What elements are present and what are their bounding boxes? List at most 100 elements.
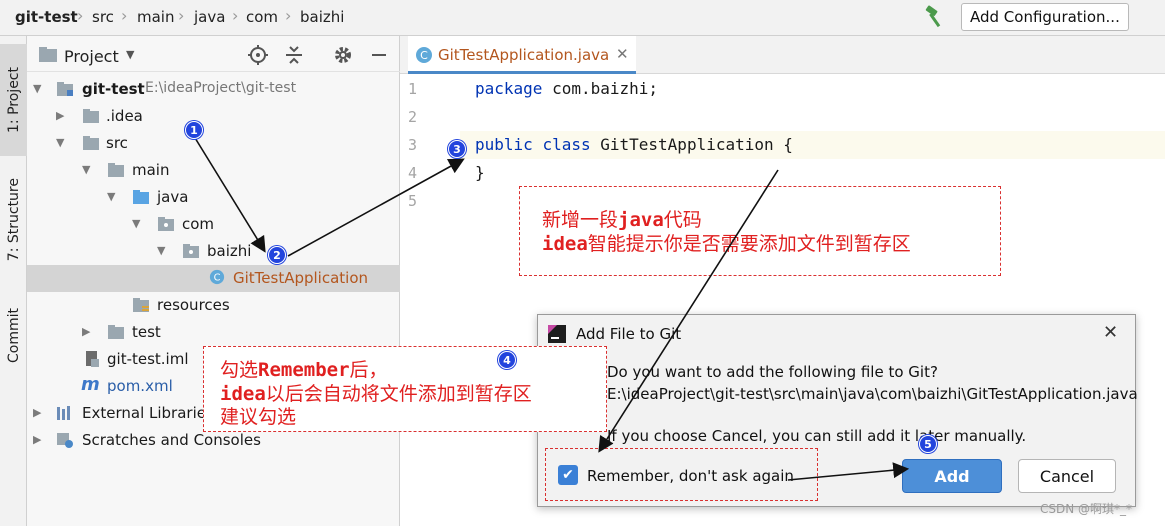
step-badge: 5 bbox=[919, 435, 937, 453]
tree-label: pom.xml bbox=[107, 377, 173, 395]
add-configuration-button[interactable]: Add Configuration... bbox=[961, 3, 1129, 31]
cancel-button[interactable]: Cancel bbox=[1018, 459, 1116, 493]
code-keyword: public bbox=[475, 135, 533, 154]
callout-text: idea bbox=[542, 233, 588, 255]
tree-item-test[interactable]: ▶ test bbox=[27, 319, 400, 346]
expand-arrow-icon[interactable]: ▼ bbox=[132, 217, 140, 230]
expand-arrow-icon[interactable]: ▼ bbox=[82, 163, 90, 176]
chevron-down-icon[interactable]: ▼ bbox=[126, 48, 134, 61]
tab-project-label: 1: Project bbox=[5, 67, 22, 133]
code-line-4[interactable]: } bbox=[475, 163, 485, 182]
collapsed-arrow-icon[interactable]: ▶ bbox=[33, 406, 41, 419]
collapse-all-icon[interactable] bbox=[283, 44, 305, 66]
breadcrumb-src[interactable]: src bbox=[92, 8, 114, 26]
tree-label: Scratches and Consoles bbox=[82, 431, 261, 449]
expand-arrow-icon[interactable]: ▼ bbox=[56, 136, 64, 149]
tree-item-gittestapplication[interactable]: C GitTestApplication bbox=[27, 265, 400, 292]
callout-line: idea智能提示你是否需要添加文件到暂存区 bbox=[542, 232, 911, 256]
tab-structure-label: 7: Structure bbox=[5, 178, 22, 262]
libraries-icon bbox=[57, 406, 70, 420]
project-panel-title[interactable]: Project bbox=[64, 47, 119, 66]
code-text: com.baizhi; bbox=[542, 79, 659, 98]
callout-text: 新增一段 bbox=[542, 209, 619, 231]
line-number: 2 bbox=[408, 108, 418, 126]
callout-text: 后， bbox=[349, 359, 388, 381]
breadcrumb-project[interactable]: git-test bbox=[15, 8, 78, 26]
breadcrumb-com[interactable]: com bbox=[246, 8, 278, 26]
folder-icon bbox=[83, 136, 99, 150]
tree-item-com[interactable]: ▼ com bbox=[27, 211, 400, 238]
callout-text: idea bbox=[220, 383, 266, 405]
module-folder-icon bbox=[57, 82, 73, 96]
close-icon[interactable]: ✕ bbox=[616, 45, 629, 63]
package-icon bbox=[183, 244, 199, 258]
tab-structure[interactable]: 7: Structure bbox=[0, 164, 27, 276]
callout-remember-hint: 勾选Remember后， idea以后会自动将文件添加到暂存区 建议勾选 bbox=[203, 346, 607, 432]
intellij-logo-icon bbox=[548, 325, 566, 343]
chevron-right-icon: › bbox=[121, 6, 128, 25]
callout-java-code-hint: 新增一段java代码 idea智能提示你是否需要添加文件到暂存区 bbox=[519, 186, 1001, 276]
tab-project[interactable]: 1: Project bbox=[0, 44, 27, 156]
dialog-hint: If you choose Cancel, you can still add … bbox=[607, 427, 1027, 445]
callout-line: 建议勾选 bbox=[220, 405, 296, 429]
maven-icon: m bbox=[81, 374, 100, 395]
tree-label: com bbox=[182, 215, 215, 233]
resources-folder-icon bbox=[133, 298, 149, 312]
tree-item-src[interactable]: ▼ src bbox=[27, 130, 400, 157]
code-keyword: class bbox=[542, 135, 591, 154]
tree-label: External Libraries bbox=[82, 404, 214, 422]
callout-line: 勾选Remember后， bbox=[220, 358, 388, 382]
java-class-icon: C bbox=[416, 47, 432, 63]
tree-item-idea[interactable]: ▶ .idea bbox=[27, 103, 400, 130]
tree-item-git-test[interactable]: ▼ git-test E:\ideaProject\git-test bbox=[27, 76, 400, 103]
callout-line: idea以后会自动将文件添加到暂存区 bbox=[220, 382, 532, 406]
collapsed-arrow-icon[interactable]: ▶ bbox=[56, 109, 64, 122]
close-icon[interactable]: ✕ bbox=[1103, 322, 1118, 343]
tab-commit-label: Commit bbox=[5, 307, 22, 363]
hide-panel-icon[interactable] bbox=[368, 44, 390, 66]
code-line-1[interactable]: package com.baizhi; bbox=[475, 79, 658, 98]
callout-text: java bbox=[618, 209, 664, 231]
breadcrumb-main[interactable]: main bbox=[137, 8, 174, 26]
folder-icon bbox=[83, 109, 99, 123]
scratches-icon bbox=[57, 433, 73, 448]
tree-label: src bbox=[106, 134, 128, 152]
tree-label: git-test.iml bbox=[107, 350, 189, 368]
tree-label: java bbox=[157, 188, 189, 206]
java-class-icon: C bbox=[209, 269, 225, 285]
line-number: 4 bbox=[408, 164, 418, 182]
tree-item-main[interactable]: ▼ main bbox=[27, 157, 400, 184]
tab-gittestapplication-java[interactable]: C GitTestApplication.java ✕ bbox=[408, 36, 636, 74]
callout-text: 以后会自动将文件添加到暂存区 bbox=[265, 383, 532, 405]
breadcrumb-baizhi[interactable]: baizhi bbox=[300, 8, 344, 26]
build-hammer-icon[interactable] bbox=[924, 5, 946, 29]
tree-path: E:\ideaProject\git-test bbox=[145, 80, 297, 96]
breadcrumb-java[interactable]: java bbox=[194, 8, 225, 26]
tree-item-baizhi[interactable]: ▼ baizhi bbox=[27, 238, 400, 265]
source-folder-icon bbox=[133, 190, 149, 204]
code-line-3[interactable]: public class GitTestApplication { bbox=[475, 135, 793, 154]
tree-item-java[interactable]: ▼ java bbox=[27, 184, 400, 211]
callout-line: 新增一段java代码 bbox=[542, 208, 702, 232]
locate-icon[interactable] bbox=[247, 44, 269, 66]
expand-arrow-icon[interactable]: ▼ bbox=[157, 244, 165, 257]
tree-label: GitTestApplication bbox=[233, 269, 369, 287]
tab-commit[interactable]: Commit bbox=[0, 294, 27, 376]
expand-arrow-icon[interactable]: ▼ bbox=[107, 190, 115, 203]
add-button[interactable]: Add bbox=[902, 459, 1002, 493]
line-number: 5 bbox=[408, 192, 418, 210]
tree-item-resources[interactable]: resources bbox=[27, 292, 400, 319]
collapsed-arrow-icon[interactable]: ▶ bbox=[33, 433, 41, 446]
collapsed-arrow-icon[interactable]: ▶ bbox=[82, 325, 90, 338]
folder-icon bbox=[108, 325, 124, 339]
callout-text: 智能提示你是否需要添加文件到暂存区 bbox=[587, 233, 911, 255]
line-number: 1 bbox=[408, 80, 418, 98]
folder-icon bbox=[108, 163, 124, 177]
gear-icon[interactable] bbox=[332, 44, 354, 66]
dialog-question: Do you want to add the following file to… bbox=[607, 363, 938, 381]
tree-label: git-test bbox=[82, 80, 145, 98]
expand-arrow-icon[interactable]: ▼ bbox=[33, 82, 41, 95]
tab-label: GitTestApplication.java bbox=[438, 46, 610, 64]
chevron-right-icon: › bbox=[232, 6, 239, 25]
project-panel-header: Project ▼ bbox=[27, 36, 400, 72]
